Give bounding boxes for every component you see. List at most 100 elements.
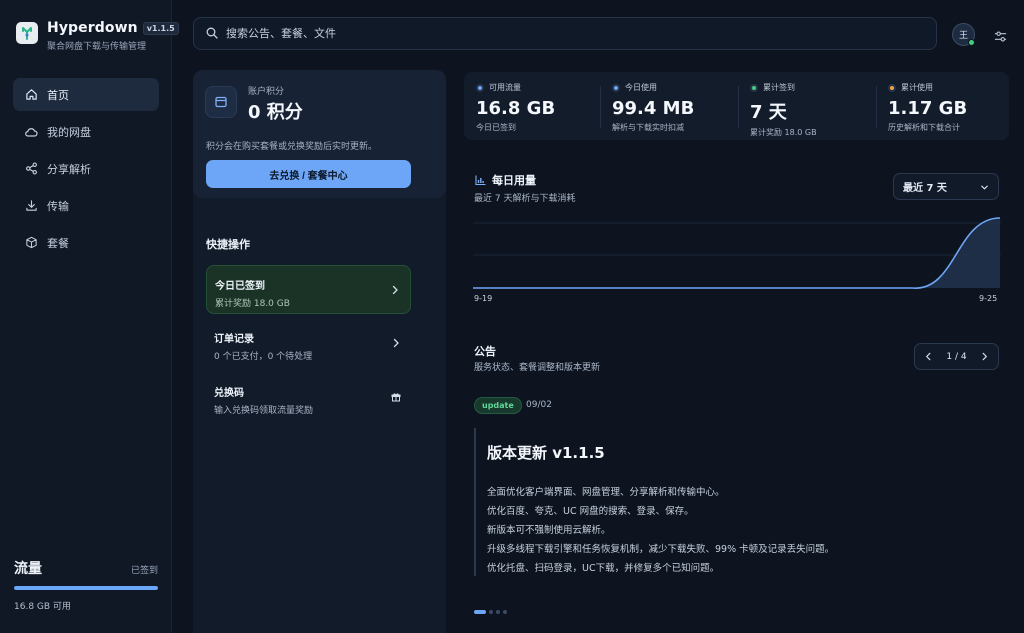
quick-action-checkin[interactable]: 今日已签到 累计奖励 18.0 GB [206,265,411,314]
sidebar-item-plans[interactable]: 套餐 [13,226,159,259]
traffic-available: 16.8 GB 可用 [14,602,71,612]
status-dot [612,83,620,92]
carousel-dot[interactable] [489,610,493,614]
stats-row: 可用流量 16.8 GB 今日已签到 今日使用 99.4 MB 解析与下载实时扣… [464,72,1009,140]
quick-action-name: 兑换码 [214,388,244,399]
stat-label: 累计使用 [901,83,933,92]
stat-sub: 历史解析和下载合计 [888,123,960,132]
sidebar-item-label: 分享解析 [47,162,91,176]
quick-action-orders[interactable]: 订单记录 0 个已支付，0 个待处理 [206,319,411,368]
chart-title: 每日用量 [475,172,536,188]
quick-action-sub: 累计奖励 18.0 GB [215,299,290,309]
sidebar-item-label: 首页 [47,88,69,102]
divider [738,86,739,128]
stat-label: 累计签到 [763,83,795,92]
sidebar-item-label: 我的网盘 [47,125,91,139]
brand: Hyperdown v1.1.5 聚合网盘下载与传输管理 [16,20,179,52]
avatar-initial: 王 [958,31,968,41]
sidebar-item-label: 套餐 [47,236,69,250]
app-subtitle: 聚合网盘下载与传输管理 [47,42,147,52]
wallet-icon [205,86,237,118]
chevron-down-icon [981,185,988,190]
pager-indicator: 1 / 4 [946,351,967,362]
chevron-right-icon[interactable] [980,352,989,361]
divider [600,86,601,128]
x-axis-tick-end: 9-25 [979,294,998,303]
divider [876,86,877,128]
sidebar: Hyperdown v1.1.5 聚合网盘下载与传输管理 首页 我的网盘 分享解… [0,0,179,633]
points-description: 积分会在购买套餐或兑换奖励后实时更新。 [206,142,378,152]
package-icon [24,236,38,250]
carousel-dots [474,610,510,614]
chart-title-text: 每日用量 [492,174,536,187]
carousel-dot[interactable] [503,610,507,614]
sidebar-item-label: 传输 [47,199,69,213]
stat-value: 7 天 [750,102,787,123]
notice-subtitle: 服务状态、套餐调整和版本更新 [474,363,601,373]
settings-button[interactable] [994,28,1008,42]
home-icon [24,88,38,102]
sidebar-item-transfer[interactable]: 传输 [13,189,159,222]
stat-today-usage: 今日使用 99.4 MB 解析与下载实时扣减 [612,82,742,133]
quick-action-name: 订单记录 [214,334,254,345]
notice-pager: 1 / 4 [914,343,999,370]
notice-line: 全面优化客户端界面、网盘管理、分享解析和传输中心。 [487,487,725,498]
traffic-status: 已签到 [130,566,158,576]
stat-label: 今日使用 [625,83,657,92]
quick-action-name: 今日已签到 [215,281,265,292]
sidebar-item-my-drive[interactable]: 我的网盘 [13,115,159,148]
redeem-button[interactable]: 去兑换 / 套餐中心 [206,160,411,188]
chart-subtitle: 最近 7 天解析与下载消耗 [474,194,576,204]
search-icon [206,24,218,43]
avatar[interactable]: 王 [952,23,975,46]
bar-chart-icon [475,175,486,185]
stat-label: 可用流量 [489,83,521,92]
notice-title: 公告 [474,345,496,358]
download-icon [24,199,38,213]
notice-line: 优化百度、夸克、UC 网盘的搜索、登录、保存。 [487,506,694,517]
quick-action-redeem-code[interactable]: 兑换码 输入兑换码领取流量奖励 [206,373,411,422]
gift-icon [391,393,401,402]
sidebar-item-home[interactable]: 首页 [13,78,159,111]
carousel-dot[interactable] [496,610,500,614]
app-name: Hyperdown [47,20,138,36]
usage-area [473,218,1000,289]
sidebar-item-share-parse[interactable]: 分享解析 [13,152,159,185]
notice-line: 优化托盘、扫码登录，UC下载，并修复多个已知问题。 [487,563,720,574]
notice-content: 版本更新 v1.1.5 全面优化客户端界面、网盘管理、分享解析和传输中心。 优化… [474,428,994,576]
usage-chart [473,217,1001,289]
notice-headline: 版本更新 v1.1.5 [487,444,605,462]
online-status-dot [968,39,975,46]
usage-line [473,217,1001,289]
notice-date: 09/02 [526,400,552,410]
range-select-value: 最近 7 天 [903,183,947,194]
chevron-right-icon [393,338,399,348]
stat-total-usage: 累计使用 1.17 GB 历史解析和下载合计 [888,82,1018,133]
notice-tag: update [474,397,522,414]
carousel-dot-active[interactable] [474,610,486,614]
range-select[interactable]: 最近 7 天 [893,173,999,200]
notice-line: 升级多线程下载引擎和任务恢复机制，减少下载失败、99% 卡顿及记录丢失问题。 [487,544,835,555]
traffic-panel: 流量 已签到 16.8 GB 可用 [14,558,158,612]
stat-sub: 解析与下载实时扣减 [612,123,684,132]
quick-action-sub: 输入兑换码领取流量奖励 [214,406,314,416]
sidebar-nav: 首页 我的网盘 分享解析 传输 套餐 [13,78,159,263]
app-version: v1.1.5 [142,21,179,35]
chevron-right-icon [392,285,398,295]
search-bar[interactable] [193,17,937,50]
stat-available-traffic: 可用流量 16.8 GB 今日已签到 [476,82,606,133]
stat-value: 1.17 GB [888,98,968,119]
chevron-left-icon[interactable] [924,352,933,361]
stat-sub: 累计奖励 18.0 GB [750,128,817,137]
search-input[interactable] [226,27,826,40]
x-axis-tick-start: 9-19 [474,294,493,303]
stat-value: 99.4 MB [612,98,695,119]
share-icon [24,162,38,176]
quick-actions-title: 快捷操作 [206,238,250,251]
notice-line: 新版本可不强制使用云解析。 [487,525,611,536]
points-card: 账户积分 0 积分 积分会在购买套餐或兑换奖励后实时更新。 去兑换 / 套餐中心 [193,70,446,198]
points-label: 账户积分 [248,87,285,97]
points-value: 0 积分 [248,102,303,123]
traffic-progress-bar [14,586,158,590]
traffic-title: 流量 [14,561,42,577]
